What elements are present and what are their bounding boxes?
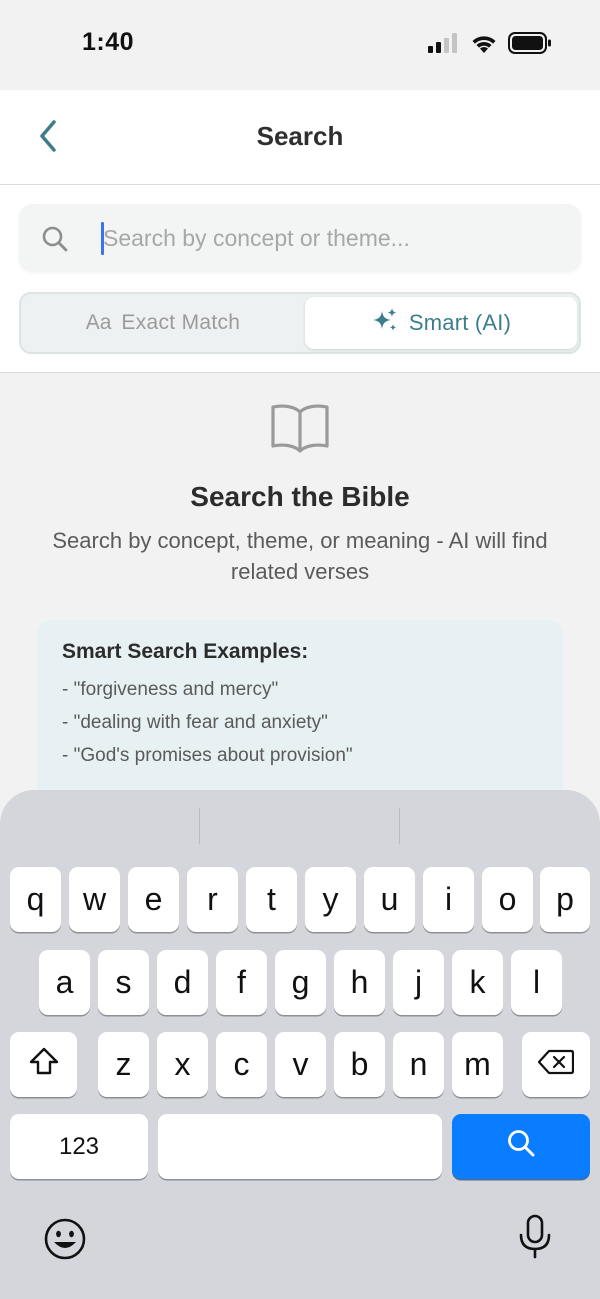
search-mode-toggle: Aa Exact Match Smart (AI) — [19, 292, 581, 354]
key-y[interactable]: y — [305, 867, 356, 932]
key-d[interactable]: d — [157, 950, 208, 1015]
key-m[interactable]: m — [452, 1032, 503, 1097]
sparkles-icon — [371, 307, 399, 340]
key-h[interactable]: h — [334, 950, 385, 1015]
battery-icon — [508, 32, 552, 59]
backspace-key[interactable] — [522, 1032, 590, 1097]
search-return-key[interactable] — [452, 1114, 590, 1179]
space-key[interactable] — [158, 1114, 442, 1179]
key-n[interactable]: n — [393, 1032, 444, 1097]
emoji-icon[interactable] — [43, 1217, 87, 1266]
key-j[interactable]: j — [393, 950, 444, 1015]
key-t[interactable]: t — [246, 867, 297, 932]
page-title: Search — [256, 121, 344, 151]
empty-state-title: Search the Bible — [190, 481, 410, 512]
smart-ai-label: Smart (AI) — [408, 310, 512, 335]
text-case-icon: Aa — [85, 311, 112, 334]
key-r[interactable]: r — [187, 867, 238, 932]
key-s[interactable]: s — [98, 950, 149, 1015]
key-z[interactable]: z — [98, 1032, 149, 1097]
key-b[interactable]: b — [334, 1032, 385, 1097]
cellular-signal-icon — [428, 33, 460, 58]
examples-title: Smart Search Examples: — [62, 640, 309, 663]
backspace-icon — [537, 1046, 575, 1083]
key-i[interactable]: i — [423, 867, 474, 932]
search-icon — [41, 225, 69, 258]
key-q[interactable]: q — [10, 867, 61, 932]
key-v[interactable]: v — [275, 1032, 326, 1097]
search-area: Aa Exact Match Smart (AI) — [0, 185, 600, 373]
search-icon — [506, 1128, 536, 1166]
key-x[interactable]: x — [157, 1032, 208, 1097]
key-c[interactable]: c — [216, 1032, 267, 1097]
wifi-icon — [470, 33, 498, 59]
screen: 1:40 Search Search by concept or theme..… — [0, 0, 600, 1299]
key-u[interactable]: u — [364, 867, 415, 932]
open-book-icon — [270, 402, 330, 461]
key-w[interactable]: w — [69, 867, 120, 932]
example-item: - "dealing with fear and anxiety" — [62, 712, 328, 733]
key-e[interactable]: e — [128, 867, 179, 932]
empty-state-description: Search by concept, theme, or meaning - A… — [52, 528, 548, 584]
nav-header: Search — [0, 90, 600, 185]
status-time: 1:40 — [82, 28, 135, 56]
key-k[interactable]: k — [452, 950, 503, 1015]
suggestion-divider — [199, 808, 200, 844]
suggestion-divider — [399, 808, 400, 844]
exact-match-option[interactable]: Aa Exact Match — [24, 297, 302, 349]
status-bar: 1:40 — [0, 0, 600, 90]
key-g[interactable]: g — [275, 950, 326, 1015]
example-item: - "forgiveness and mercy" — [62, 679, 279, 700]
search-input[interactable] — [103, 204, 563, 272]
smart-ai-option[interactable]: Smart (AI) — [305, 297, 577, 349]
example-item: - "God's promises about provision" — [62, 745, 353, 766]
numbers-key[interactable]: 123 — [10, 1114, 148, 1179]
key-f[interactable]: f — [216, 950, 267, 1015]
shift-key[interactable] — [10, 1032, 77, 1097]
key-l[interactable]: l — [511, 950, 562, 1015]
shift-icon — [28, 1046, 60, 1084]
key-a[interactable]: a — [39, 950, 90, 1015]
search-box[interactable] — [19, 204, 581, 272]
key-o[interactable]: o — [482, 867, 533, 932]
status-icons — [428, 32, 552, 59]
exact-match-label: Exact Match — [121, 311, 241, 334]
keyboard: q w e r t y u i o p a s d f g h j k l z … — [0, 790, 600, 1299]
microphone-icon[interactable] — [516, 1214, 554, 1265]
key-p[interactable]: p — [540, 867, 590, 932]
